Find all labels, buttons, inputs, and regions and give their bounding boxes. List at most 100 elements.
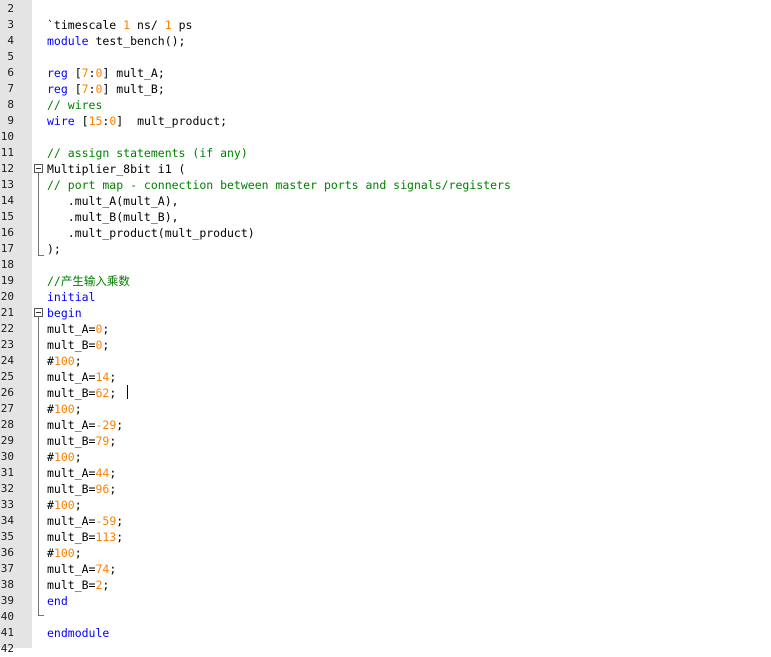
code-text[interactable]: mult_B=2;: [47, 577, 109, 593]
code-line[interactable]: 8 // wires: [0, 97, 771, 113]
code-text[interactable]: // port map - connection between master …: [47, 177, 511, 193]
code-line[interactable]: 34 mult_A=-59;: [0, 513, 771, 529]
code-text[interactable]: mult_B=113;: [47, 529, 123, 545]
line-number: 23: [0, 338, 14, 351]
fold-collapse-icon[interactable]: [34, 308, 43, 317]
code-line[interactable]: 9 wire [15:0] mult_product;: [0, 113, 771, 129]
fold-collapse-icon[interactable]: [34, 164, 43, 173]
number-token: 79: [95, 434, 110, 448]
code-line[interactable]: 37 mult_A=74;: [0, 561, 771, 577]
line-number: 35: [0, 530, 14, 543]
code-line[interactable]: 17);: [0, 241, 771, 257]
code-text[interactable]: mult_A=44;: [47, 465, 116, 481]
code-text[interactable]: endmodule: [47, 625, 109, 641]
code-text[interactable]: mult_B=96;: [47, 481, 116, 497]
code-line[interactable]: 6 reg [7:0] mult_A;: [0, 65, 771, 81]
code-text[interactable]: #100;: [47, 401, 82, 417]
line-number: 39: [0, 594, 14, 607]
code-line[interactable]: 21 begin: [0, 305, 771, 321]
code-line[interactable]: 19 //产生输入乘数: [0, 273, 771, 289]
line-number: 27: [0, 402, 14, 415]
code-line[interactable]: 14 .mult_A(mult_A),: [0, 193, 771, 209]
code-text[interactable]: initial: [47, 289, 95, 305]
code-token: mult_B=: [47, 386, 96, 400]
code-line[interactable]: 38 mult_B=2;: [0, 577, 771, 593]
code-line[interactable]: 30 #100;: [0, 449, 771, 465]
line-number: 7: [7, 82, 14, 95]
code-line[interactable]: 41 endmodule: [0, 625, 771, 641]
code-text[interactable]: wire [15:0] mult_product;: [47, 113, 227, 129]
code-line[interactable]: 22 mult_A=0;: [0, 321, 771, 337]
code-text[interactable]: end: [47, 593, 68, 609]
code-line[interactable]: 42: [0, 641, 771, 657]
code-line[interactable]: 27 #100;: [0, 401, 771, 417]
code-line[interactable]: 39 end: [0, 593, 771, 609]
number-token: 62: [95, 386, 110, 400]
code-line[interactable]: 33 #100;: [0, 497, 771, 513]
code-text[interactable]: mult_A=-59;: [47, 513, 123, 529]
code-line[interactable]: 16 .mult_product(mult_product): [0, 225, 771, 241]
code-text[interactable]: // wires: [47, 97, 102, 113]
code-line[interactable]: 26 mult_B=62;: [0, 385, 771, 401]
code-text[interactable]: begin: [47, 305, 82, 321]
code-line[interactable]: 15 .mult_B(mult_B),: [0, 209, 771, 225]
code-line[interactable]: 24 #100;: [0, 353, 771, 369]
code-text[interactable]: #100;: [47, 545, 82, 561]
code-line[interactable]: 11 // assign statements (if any): [0, 145, 771, 161]
line-number: 19: [0, 274, 14, 287]
code-line[interactable]: 25 mult_A=14;: [0, 369, 771, 385]
code-text[interactable]: mult_A=0;: [47, 321, 109, 337]
code-text[interactable]: mult_B=62;: [47, 385, 116, 401]
code-text[interactable]: //产生输入乘数: [47, 273, 130, 289]
code-line[interactable]: 28 mult_A=-29;: [0, 417, 771, 433]
code-line[interactable]: 10: [0, 129, 771, 145]
code-line[interactable]: 35 mult_B=113;: [0, 529, 771, 545]
code-token: ;: [116, 530, 124, 544]
code-line[interactable]: 36 #100;: [0, 545, 771, 561]
line-number: 15: [0, 210, 14, 223]
code-line[interactable]: 4 module test_bench();: [0, 33, 771, 49]
code-text[interactable]: mult_B=79;: [47, 433, 116, 449]
code-token: ;: [102, 322, 110, 336]
code-token: ;: [74, 354, 82, 368]
code-line[interactable]: 12 Multiplier_8bit i1 (: [0, 161, 771, 177]
code-text[interactable]: .mult_A(mult_A),: [47, 193, 179, 209]
code-text[interactable]: #100;: [47, 353, 82, 369]
code-text[interactable]: #100;: [47, 449, 82, 465]
code-line[interactable]: 7 reg [7:0] mult_B;: [0, 81, 771, 97]
number-token: 1: [164, 18, 172, 32]
code-text[interactable]: .mult_B(mult_B),: [47, 209, 179, 225]
code-text[interactable]: mult_A=-29;: [47, 417, 123, 433]
code-line[interactable]: 31 mult_A=44;: [0, 465, 771, 481]
line-number: 2: [7, 2, 14, 15]
code-line[interactable]: 18: [0, 257, 771, 273]
code-line[interactable]: 29 mult_B=79;: [0, 433, 771, 449]
code-line[interactable]: 5: [0, 49, 771, 65]
code-text[interactable]: mult_A=74;: [47, 561, 116, 577]
keyword-token: endmodule: [47, 626, 110, 640]
code-text[interactable]: mult_A=14;: [47, 369, 116, 385]
code-line[interactable]: 23 mult_B=0;: [0, 337, 771, 353]
code-line[interactable]: 32 mult_B=96;: [0, 481, 771, 497]
comment-token: // assign statements (if any): [47, 146, 248, 160]
line-number: 28: [0, 418, 14, 431]
code-text[interactable]: reg [7:0] mult_B;: [47, 81, 165, 97]
code-text[interactable]: `timescale 1 ns/ 1 ps: [47, 17, 192, 33]
code-text[interactable]: #100;: [47, 497, 82, 513]
code-token: mult_B=: [47, 482, 96, 496]
code-line[interactable]: 40: [0, 609, 771, 625]
code-line[interactable]: 20 initial: [0, 289, 771, 305]
code-token: .mult_product(mult_product): [47, 226, 255, 240]
number-token: 100: [53, 450, 75, 464]
code-text[interactable]: mult_B=0;: [47, 337, 109, 353]
code-line[interactable]: 2: [0, 1, 771, 17]
code-line[interactable]: 13 // port map - connection between maste…: [0, 177, 771, 193]
code-text[interactable]: Multiplier_8bit i1 (: [47, 161, 185, 177]
code-line[interactable]: 3 `timescale 1 ns/ 1 ps: [0, 17, 771, 33]
code-text[interactable]: );: [47, 241, 61, 257]
code-text[interactable]: .mult_product(mult_product): [47, 225, 255, 241]
code-text[interactable]: reg [7:0] mult_A;: [47, 65, 165, 81]
number-token: 100: [53, 402, 75, 416]
code-text[interactable]: module test_bench();: [47, 33, 185, 49]
code-text[interactable]: // assign statements (if any): [47, 145, 248, 161]
